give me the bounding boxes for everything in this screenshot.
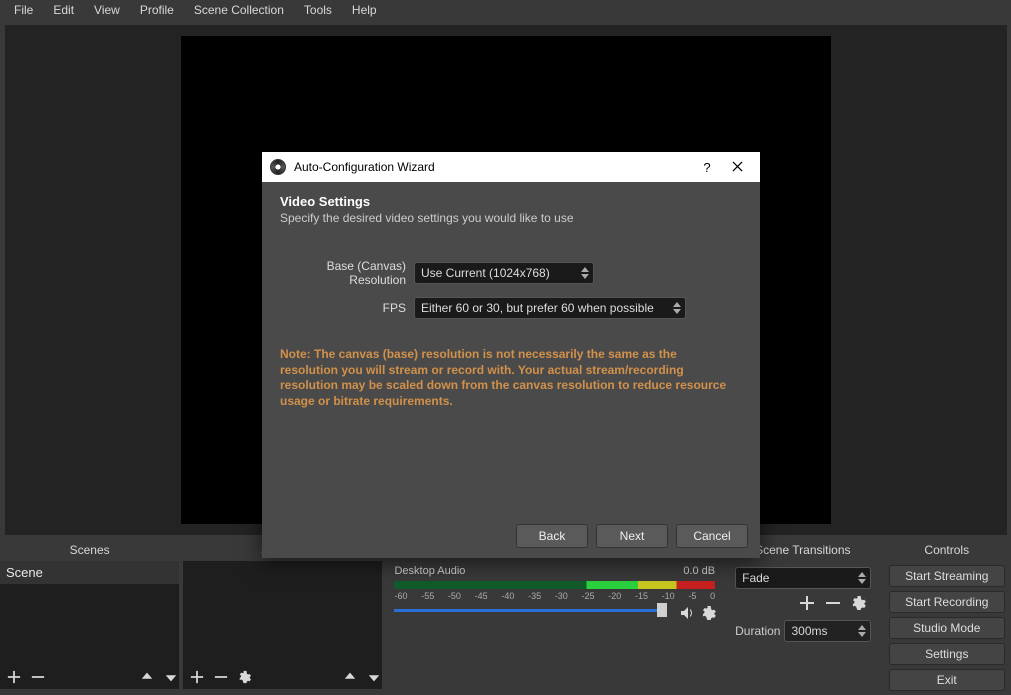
add-icon[interactable] (189, 669, 205, 685)
dialog-title: Auto-Configuration Wizard (294, 160, 435, 174)
dialog-titlebar[interactable]: Auto-Configuration Wizard ? (262, 152, 760, 182)
menu-bar: File Edit View Profile Scene Collection … (0, 0, 1011, 20)
speaker-icon[interactable] (679, 605, 695, 624)
menu-help[interactable]: Help (342, 1, 387, 19)
remove-icon[interactable] (213, 669, 229, 685)
fps-label: FPS (280, 301, 414, 315)
move-up-icon[interactable] (139, 669, 155, 685)
menu-view[interactable]: View (84, 1, 130, 19)
gear-icon[interactable] (237, 669, 253, 685)
mixer-dock: Mixer Desktop Audio 0.0 dB -60 -55 -50 -… (386, 539, 723, 689)
remove-icon[interactable] (30, 669, 46, 685)
add-icon[interactable] (6, 669, 22, 685)
dialog-content: Video Settings Specify the desired video… (262, 182, 760, 514)
fps-value: Either 60 or 30, but prefer 60 when poss… (421, 301, 654, 315)
resolution-value: Use Current (1024x768) (421, 266, 550, 280)
help-button[interactable]: ? (692, 160, 722, 175)
scenes-body: Scene (0, 561, 179, 689)
settings-button[interactable]: Settings (889, 643, 1005, 665)
menu-edit[interactable]: Edit (43, 1, 84, 19)
sources-body (183, 561, 382, 689)
sources-toolbar (183, 665, 382, 689)
add-icon[interactable] (799, 595, 815, 614)
menu-file[interactable]: File (4, 1, 43, 19)
fps-select[interactable]: Either 60 or 30, but prefer 60 when poss… (414, 297, 686, 319)
transitions-dock: Scene Transitions Fade Duration 300ms (727, 539, 878, 689)
auto-config-dialog: Auto-Configuration Wizard ? Video Settin… (262, 152, 760, 558)
dialog-heading: Video Settings (280, 194, 742, 209)
transition-select[interactable]: Fade (735, 567, 870, 589)
gear-icon[interactable] (701, 605, 717, 624)
meter-scale: -60 -55 -50 -45 -40 -35 -30 -25 -20 -15 … (394, 591, 715, 601)
menu-tools[interactable]: Tools (294, 1, 342, 19)
duration-value: 300ms (791, 624, 827, 638)
resolution-select[interactable]: Use Current (1024x768) (414, 262, 594, 284)
mixer-body: Desktop Audio 0.0 dB -60 -55 -50 -45 -40… (386, 561, 723, 689)
sources-dock: Sources (183, 539, 382, 689)
chevron-updown-icon (673, 302, 681, 314)
scenes-dock: Scenes Scene (0, 539, 179, 689)
back-button[interactable]: Back (516, 524, 588, 548)
dialog-note: Note: The canvas (base) resolution is no… (280, 347, 742, 409)
resolution-label: Base (Canvas) Resolution (280, 259, 414, 287)
duration-input[interactable]: 300ms (784, 620, 870, 642)
menu-profile[interactable]: Profile (130, 1, 184, 19)
close-icon[interactable] (722, 160, 752, 175)
mixer-level: 0.0 dB (683, 565, 715, 577)
gear-icon[interactable] (851, 595, 867, 614)
studio-mode-button[interactable]: Studio Mode (889, 617, 1005, 639)
docks-row: Scenes Scene Sources (0, 539, 1011, 689)
chevron-updown-icon (581, 267, 589, 279)
exit-button[interactable]: Exit (889, 669, 1005, 691)
move-down-icon[interactable] (366, 669, 382, 685)
cancel-button[interactable]: Cancel (676, 524, 748, 548)
scene-item[interactable]: Scene (0, 561, 179, 584)
controls-body: Start Streaming Start Recording Studio M… (883, 561, 1011, 695)
start-recording-button[interactable]: Start Recording (889, 591, 1005, 613)
dialog-subheading: Specify the desired video settings you w… (280, 211, 742, 225)
transition-value: Fade (742, 571, 769, 585)
duration-label: Duration (735, 624, 780, 638)
controls-dock: Controls Start Streaming Start Recording… (883, 539, 1011, 689)
dialog-buttons: Back Next Cancel (262, 514, 760, 558)
move-down-icon[interactable] (163, 669, 179, 685)
remove-icon[interactable] (825, 595, 841, 614)
menu-scene-collection[interactable]: Scene Collection (184, 1, 294, 19)
transitions-body: Fade Duration 300ms (727, 561, 878, 689)
mixer-channel-name: Desktop Audio (394, 565, 465, 577)
scenes-header: Scenes (0, 539, 179, 561)
move-up-icon[interactable] (342, 669, 358, 685)
start-streaming-button[interactable]: Start Streaming (889, 565, 1005, 587)
volume-slider[interactable] (394, 603, 715, 617)
obs-icon (270, 159, 286, 175)
spinner-icon[interactable] (858, 625, 866, 637)
audio-meter (394, 581, 715, 589)
chevron-updown-icon (858, 572, 866, 584)
controls-header: Controls (883, 539, 1011, 561)
scenes-toolbar (0, 665, 179, 689)
next-button[interactable]: Next (596, 524, 668, 548)
